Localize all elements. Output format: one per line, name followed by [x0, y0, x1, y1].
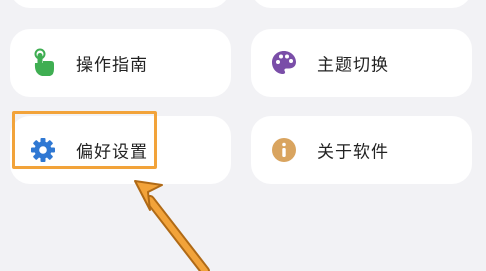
- menu-item-label: 关于软件: [317, 142, 389, 163]
- menu-item-about[interactable]: 关于软件: [251, 116, 472, 184]
- menu-item-label: 主题切换: [317, 55, 389, 76]
- menu-item-guide[interactable]: 操作指南: [10, 29, 231, 97]
- menu-card-partial[interactable]: [10, 0, 230, 8]
- menu-card-partial[interactable]: [251, 0, 472, 8]
- highlight-box: [12, 111, 157, 169]
- touch-hand-icon: [28, 48, 58, 78]
- palette-icon: [269, 48, 299, 78]
- menu-item-theme[interactable]: 主题切换: [251, 29, 472, 97]
- info-icon: [269, 135, 299, 165]
- menu-item-label: 操作指南: [76, 55, 148, 76]
